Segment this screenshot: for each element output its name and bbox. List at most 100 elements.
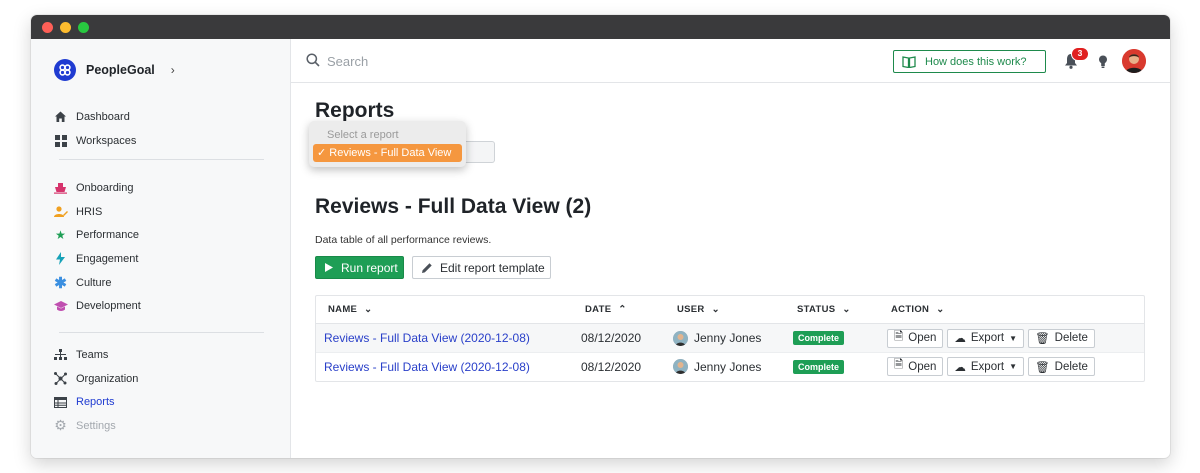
graduation-cap-icon xyxy=(53,299,68,314)
pencil-icon xyxy=(422,262,432,273)
sidebar-item-label: Engagement xyxy=(76,252,139,265)
date-cell: 08/12/2020 xyxy=(581,359,642,374)
report-link[interactable]: Reviews - Full Data View (2020-12-08) xyxy=(324,360,530,374)
sidebar-item-hris[interactable]: HRIS xyxy=(53,200,273,224)
asterisk-icon: ✱ xyxy=(54,274,67,292)
sidebar-item-culture[interactable]: ✱ Culture xyxy=(53,271,273,295)
sidebar-item-teams[interactable]: Teams xyxy=(53,343,273,367)
column-header-date[interactable]: DATE ⌃ xyxy=(585,304,627,315)
avatar xyxy=(673,330,688,346)
user-name: Jenny Jones xyxy=(694,331,762,346)
avatar xyxy=(673,359,688,375)
top-bar: How does this work? 3 xyxy=(291,39,1170,83)
table-icon xyxy=(53,395,68,410)
sidebar-item-dashboard[interactable]: Dashboard xyxy=(53,105,273,129)
open-button[interactable]: 🗎 Open xyxy=(887,328,944,348)
export-button[interactable]: ☁ Export ▼ xyxy=(947,328,1025,348)
chevron-down-icon: ⌄ xyxy=(936,304,945,315)
sidebar-divider xyxy=(59,332,264,333)
export-button[interactable]: ☁ Export ▼ xyxy=(947,357,1025,377)
trash-icon: 🗑 xyxy=(1035,333,1050,346)
date-cell: 08/12/2020 xyxy=(581,331,642,346)
selected-report-option[interactable]: ✓ Reviews - Full Data View xyxy=(313,144,462,162)
open-file-icon: 🗎 xyxy=(894,330,904,343)
run-report-button[interactable]: Run report xyxy=(315,256,404,279)
lightbulb-icon[interactable] xyxy=(1098,55,1108,69)
app-window: PeopleGoal › Dashboard Workspaces Onboar… xyxy=(31,15,1170,458)
workspace-switcher[interactable]: PeopleGoal › xyxy=(54,59,175,81)
user-name: Jenny Jones xyxy=(694,359,762,374)
sidebar-item-reports[interactable]: Reports xyxy=(53,390,273,414)
sidebar-item-performance[interactable]: ★ Performance xyxy=(53,223,273,247)
edit-report-template-button[interactable]: Edit report template xyxy=(412,256,551,279)
report-select-dropdown[interactable]: Select a report ✓ Reviews - Full Data Vi… xyxy=(309,121,466,167)
brand-name: PeopleGoal xyxy=(86,63,155,77)
column-header-user[interactable]: USER ⌄ xyxy=(677,304,720,315)
window-titlebar xyxy=(31,15,1170,39)
delete-button[interactable]: 🗑 Delete xyxy=(1028,328,1095,348)
sidebar-item-workspaces[interactable]: Workspaces xyxy=(53,129,273,153)
reports-table: NAME ⌄ DATE ⌃ USER ⌄ STATUS ⌄ ACTION ⌄ Review… xyxy=(315,295,1145,382)
how-button-label: How does this work? xyxy=(925,55,1027,68)
play-icon xyxy=(325,263,333,272)
trash-icon: 🗑 xyxy=(1035,361,1050,374)
network-icon xyxy=(53,371,68,386)
sidebar-divider xyxy=(59,159,264,160)
report-select-toggle[interactable] xyxy=(465,141,495,163)
sitemap-icon xyxy=(53,347,68,362)
open-file-icon: 🗎 xyxy=(894,359,904,372)
sidebar-item-label: Workspaces xyxy=(76,134,137,147)
open-button[interactable]: 🗎 Open xyxy=(887,357,944,377)
sidebar-item-onboarding[interactable]: Onboarding xyxy=(53,176,273,200)
book-icon xyxy=(902,55,916,68)
sidebar-item-label: Settings xyxy=(76,419,116,432)
sidebar-item-engagement[interactable]: Engagement xyxy=(53,247,273,271)
column-header-action[interactable]: ACTION ⌄ xyxy=(891,304,944,315)
grid-icon xyxy=(53,133,68,148)
sidebar-item-label: Organization xyxy=(76,372,139,385)
table-row: Reviews - Full Data View (2020-12-08) 08… xyxy=(316,353,1144,382)
sidebar-item-label: Dashboard xyxy=(76,110,130,123)
edit-template-label: Edit report template xyxy=(440,260,545,275)
maximize-window-button[interactable] xyxy=(78,21,89,33)
chevron-down-icon: ⌄ xyxy=(364,304,373,315)
sidebar: PeopleGoal › Dashboard Workspaces Onboar… xyxy=(31,39,291,458)
search-icon xyxy=(306,53,320,67)
status-badge: Complete xyxy=(793,331,845,346)
sidebar-item-label: Teams xyxy=(76,348,109,361)
column-header-name[interactable]: NAME ⌄ xyxy=(328,304,372,315)
nav-group-modules: Onboarding HRIS ★ Performance Engagement… xyxy=(53,176,273,318)
sidebar-item-organization[interactable]: Organization xyxy=(53,367,273,391)
caret-down-icon: ▼ xyxy=(1009,333,1018,343)
user-avatar[interactable] xyxy=(1122,49,1146,73)
minimize-window-button[interactable] xyxy=(60,21,71,33)
nav-group-admin: Teams Organization Reports ⚙ Settings xyxy=(53,343,273,438)
status-badge: Complete xyxy=(793,359,845,374)
select-placeholder-option: Select a report xyxy=(327,129,399,141)
sidebar-item-development[interactable]: Development xyxy=(53,294,273,318)
chevron-up-icon: ⌃ xyxy=(618,304,627,315)
page-title: Reports xyxy=(315,99,395,122)
column-header-status[interactable]: STATUS ⌄ xyxy=(797,304,851,315)
gear-icon: ⚙ xyxy=(54,417,67,434)
close-window-button[interactable] xyxy=(42,21,53,33)
main-content: How does this work? 3 Reports Select a r… xyxy=(291,39,1170,458)
star-icon: ★ xyxy=(55,228,66,243)
sidebar-item-label: Onboarding xyxy=(76,181,134,194)
delete-button[interactable]: 🗑 Delete xyxy=(1028,357,1095,377)
ship-icon xyxy=(53,180,68,195)
sidebar-item-label: Development xyxy=(76,300,141,313)
bolt-icon xyxy=(53,251,68,266)
report-link[interactable]: Reviews - Full Data View (2020-12-08) xyxy=(324,331,530,345)
cloud-upload-icon: ☁ xyxy=(954,361,966,374)
home-icon xyxy=(53,109,68,124)
sidebar-item-settings[interactable]: ⚙ Settings xyxy=(53,414,273,438)
action-cell: 🗎 Open ☁ Export ▼ 🗑 Delete xyxy=(887,324,1099,353)
nav-group-main: Dashboard Workspaces xyxy=(53,105,273,152)
search-input[interactable] xyxy=(327,49,627,73)
user-edit-icon xyxy=(53,204,68,219)
sidebar-item-label: Reports xyxy=(76,396,115,409)
how-does-this-work-button[interactable]: How does this work? xyxy=(893,50,1046,73)
sidebar-item-label: Performance xyxy=(76,229,139,242)
sidebar-item-label: Culture xyxy=(76,276,112,289)
